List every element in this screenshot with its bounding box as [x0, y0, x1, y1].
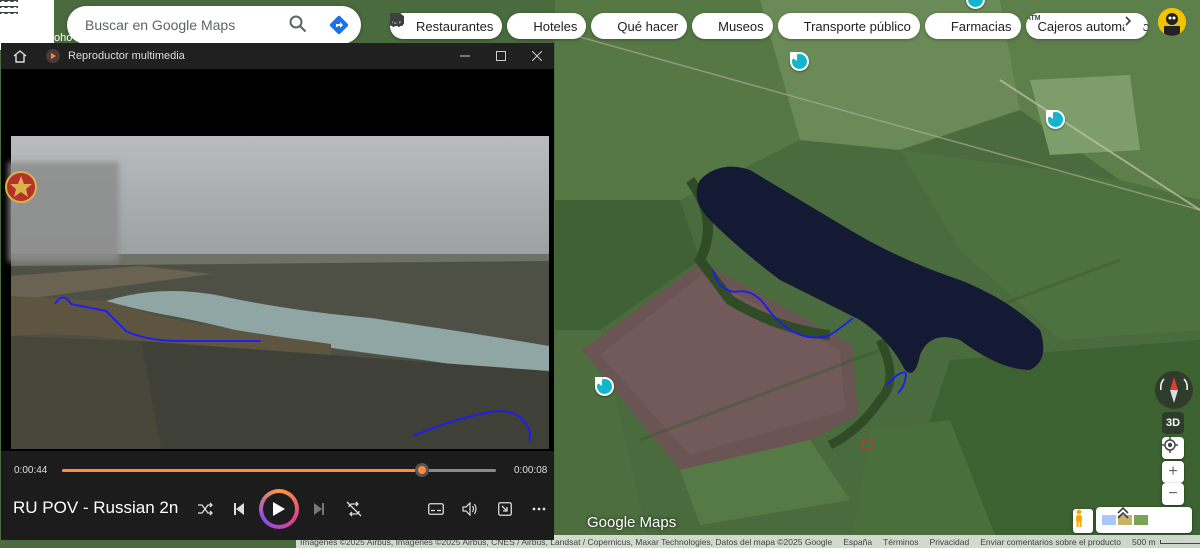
privacy-link[interactable]: Privacidad [930, 537, 970, 547]
playback-controls: 0:00:44 0:00:08 RU POV - Russian 2n... [1, 451, 554, 540]
search-icon[interactable] [289, 15, 309, 35]
layer-thumb[interactable] [1102, 515, 1116, 525]
more-horizontal-icon [532, 507, 546, 511]
museum-icon [390, 13, 713, 33]
zoom-in-button[interactable]: + [1162, 461, 1184, 483]
chip-public-transit[interactable]: Transporte público [390, 13, 920, 39]
pharmacy-icon [390, 13, 946, 33]
chip-label: Hoteles [533, 18, 578, 34]
previous-icon [234, 503, 244, 515]
3d-button[interactable]: 3D [1162, 412, 1184, 434]
subtitles-icon [428, 503, 444, 515]
crosshair-icon [1162, 437, 1178, 453]
chip-label: Restaurantes [416, 18, 494, 34]
layers-button[interactable] [1096, 507, 1192, 533]
seek-handle[interactable] [415, 463, 430, 477]
minimize-icon [460, 55, 470, 57]
next-button[interactable] [309, 499, 329, 519]
chevron-right-icon[interactable] [1123, 16, 1144, 36]
bed-icon [390, 13, 528, 33]
play-button[interactable] [259, 489, 299, 529]
close-icon [532, 51, 542, 61]
volume-button[interactable] [460, 499, 480, 519]
terms-link[interactable]: Términos [883, 537, 918, 547]
emblem-icon [4, 169, 38, 205]
svg-text:ATM: ATM [1026, 15, 1040, 21]
chip-museums[interactable]: Museos [390, 13, 773, 39]
bus-icon [390, 13, 799, 33]
bookmark-icon [790, 52, 797, 61]
compass-icon [1160, 377, 1188, 403]
more-options-button[interactable] [529, 499, 549, 519]
window-title: Reproductor multimedia [68, 50, 185, 62]
chip-restaurants[interactable]: Restaurantes [390, 13, 503, 39]
chip-label: Qué hacer [617, 18, 679, 34]
close-button[interactable] [528, 47, 546, 65]
pegman-icon[interactable] [1073, 509, 1093, 533]
subtitles-button[interactable] [426, 499, 446, 519]
chip-label: Museos [718, 18, 764, 34]
media-player-window: Reproductor multimedia 0:00:44 0:00:08 R… [1, 43, 554, 540]
chip-hotels[interactable]: Hoteles [390, 13, 587, 39]
minimize-button[interactable] [456, 47, 474, 65]
bookmark-icon [1046, 110, 1053, 119]
search-box[interactable] [67, 6, 361, 44]
apps-grid-icon[interactable] [0, 0, 18, 18]
mini-player-button[interactable] [495, 499, 515, 519]
avatar[interactable] [1158, 8, 1186, 36]
media-title: RU POV - Russian 2n... [13, 498, 178, 517]
bookmark-icon [595, 377, 602, 386]
feedback-link[interactable]: Enviar comentarios sobre el producto [980, 537, 1121, 547]
shuffle-icon [198, 502, 213, 516]
shuffle-button[interactable] [195, 499, 215, 519]
seek-progress [62, 469, 423, 472]
chip-things-to-do[interactable]: Qué hacer [390, 13, 688, 39]
chip-label: Farmacias [950, 18, 1012, 34]
scale-bar [1159, 539, 1200, 544]
chevron-up-icon[interactable] [1116, 507, 1130, 519]
chip-label: Transporte público [803, 18, 911, 34]
repeat-off-button[interactable] [344, 499, 364, 519]
poi-pin[interactable] [595, 377, 614, 396]
maximize-button[interactable] [492, 47, 510, 65]
next-icon [314, 503, 324, 515]
home-icon[interactable] [10, 46, 30, 66]
volume-icon [462, 502, 477, 516]
mini-player-icon [498, 502, 512, 516]
remaining-time: 0:00:08 [514, 465, 548, 476]
compass[interactable] [1155, 371, 1193, 409]
chip-atms[interactable]: ATM Cajeros automáticos [1025, 13, 1148, 39]
video-area[interactable] [1, 69, 554, 451]
search-input[interactable] [85, 17, 280, 33]
poi-pin[interactable] [1046, 110, 1065, 129]
media-player-app-icon [46, 49, 60, 63]
camera-icon [390, 13, 612, 33]
seek-bar[interactable] [62, 463, 496, 477]
repeat-off-icon [346, 501, 362, 517]
google-maps-logo: Google Maps [587, 514, 677, 531]
category-chips: Restaurantes Hoteles Qué hacer Museos Tr… [390, 13, 1148, 39]
my-location-button[interactable] [1162, 437, 1184, 459]
play-icon [273, 502, 285, 516]
scale-control[interactable]: 500 m [1132, 537, 1200, 547]
scale-label: 500 m [1132, 536, 1156, 547]
poi-pin[interactable] [790, 52, 809, 71]
directions-icon[interactable] [329, 15, 349, 35]
chip-pharmacies[interactable]: Farmacias [390, 13, 1021, 39]
previous-button[interactable] [229, 499, 249, 519]
country-link[interactable]: España [843, 537, 872, 547]
maximize-icon [496, 51, 506, 61]
zoom-out-button[interactable]: − [1162, 483, 1184, 505]
title-bar[interactable]: Reproductor multimedia [1, 43, 554, 69]
elapsed-time: 0:00:44 [14, 465, 48, 476]
layer-thumb[interactable] [1134, 515, 1148, 525]
